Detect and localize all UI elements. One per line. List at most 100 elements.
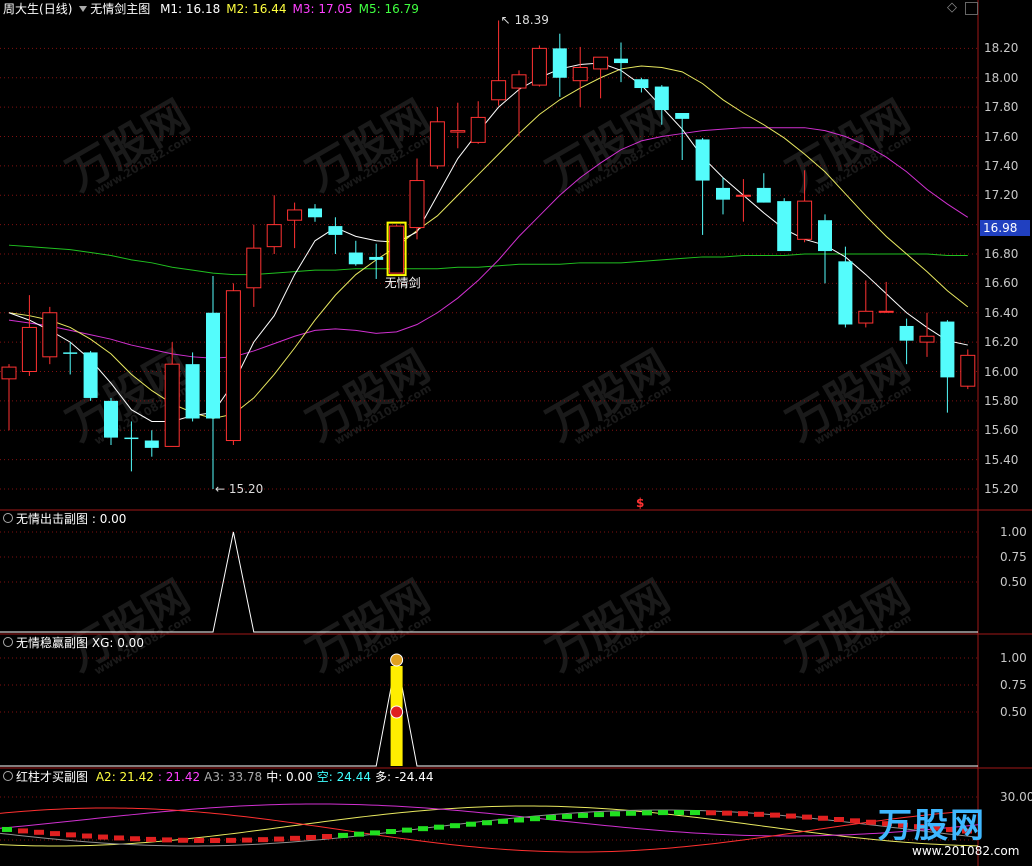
sub3-momentum-bar <box>290 835 300 841</box>
candle-body <box>818 220 832 252</box>
price-tick-label: 16.60 <box>984 276 1019 291</box>
ma-legend-item: M3: 17.05 <box>292 2 353 16</box>
candle-body <box>83 352 98 398</box>
sub3-momentum-bar <box>626 810 636 816</box>
settings-dot-icon[interactable] <box>3 771 13 781</box>
sub3-momentum-bar <box>834 817 844 823</box>
sub3-momentum-bar <box>674 810 684 816</box>
candle-body <box>328 226 343 235</box>
sub-tick-label: 0.75 <box>1000 550 1027 564</box>
high-price-label: ↖ 18.39 <box>500 13 549 28</box>
sub3-momentum-bar <box>578 812 588 818</box>
sub3-title[interactable]: 红柱才买副图 <box>16 770 88 784</box>
price-tick-label: 17.20 <box>984 188 1019 203</box>
candle-body <box>104 400 118 438</box>
candle-body <box>572 66 588 82</box>
logo-url: www.201082.com <box>912 844 1020 858</box>
price-tick-label: 15.40 <box>984 452 1019 467</box>
price-tick-label: 16.80 <box>984 247 1019 261</box>
settings-dot-icon[interactable] <box>3 637 13 647</box>
current-price-tag: 16.98 <box>980 219 1030 236</box>
price-tick-label: 16.40 <box>984 305 1019 320</box>
stock-name[interactable]: 周大生 <box>3 2 39 16</box>
candle-body <box>225 290 241 442</box>
candle-body <box>511 74 527 89</box>
sub3-momentum-bar <box>50 831 60 837</box>
sub1-title[interactable]: 无情出击副图 <box>16 512 88 526</box>
dropdown-icon[interactable] <box>79 6 88 12</box>
sub3-momentum-bar <box>738 811 748 817</box>
sub3-momentum-bar <box>818 815 828 821</box>
candle-body <box>206 312 220 419</box>
candle-body <box>470 116 486 143</box>
candle-body <box>593 56 609 70</box>
sub2-value-label: XG: <box>91 636 118 650</box>
candle-body <box>614 58 628 64</box>
sub2-title[interactable]: 无情稳赢副图 <box>16 636 88 650</box>
settings-dot-icon[interactable] <box>3 513 13 523</box>
candle-body <box>124 437 139 440</box>
price-tick-label: 18.20 <box>984 41 1019 56</box>
sub3-momentum-bar <box>482 820 492 826</box>
sub-tick-label: 0.75 <box>1000 678 1027 692</box>
sub3-momentum-bar <box>418 826 428 832</box>
low-price-label: ← 15.20 <box>215 482 264 496</box>
candle-body <box>246 247 262 289</box>
price-tick-label: 15.20 <box>984 482 1019 496</box>
price-tick-label: 18.00 <box>984 70 1019 85</box>
sub3-momentum-bar <box>594 812 604 818</box>
sub3-momentum-bar <box>194 837 204 843</box>
candle-body <box>777 201 792 252</box>
price-tick-label: 17.80 <box>984 100 1019 115</box>
stock-chart-window[interactable]: 万股网 www.201082.com 万股网 www.201082.com 万股网 www… <box>0 0 1032 866</box>
candle-body <box>348 252 363 265</box>
sub3-momentum-bar <box>322 833 332 839</box>
sub3-momentum-bar <box>498 818 508 824</box>
sub3-momentum-bar <box>690 810 700 816</box>
sub3-momentum-bar <box>642 810 652 816</box>
sub3-momentum-bar <box>722 810 732 816</box>
sub3-legend-item: 中: 0.00 <box>266 770 313 784</box>
candle-body <box>389 225 405 274</box>
candle-body <box>919 335 935 343</box>
sub2-value: 0.00 <box>117 636 144 650</box>
ma-legend-item: M2: 16.44 <box>226 2 287 16</box>
price-tick-label: 17.60 <box>984 129 1019 144</box>
sub1-line <box>0 531 978 633</box>
indicator-name[interactable]: 无情剑主图 <box>90 2 150 16</box>
sub3-momentum-bar <box>802 814 812 820</box>
candle-body <box>858 310 874 324</box>
sub3-momentum-bar <box>98 834 108 840</box>
logo-text: 万股网 <box>878 806 986 846</box>
ma-legend-item: M5: 16.79 <box>358 2 419 16</box>
sub-tick-label: 1.00 <box>1000 525 1027 539</box>
maximize-icon[interactable] <box>965 2 978 15</box>
sub3-momentum-bar <box>402 827 412 833</box>
candle-body <box>756 187 771 203</box>
diamond-icon[interactable]: ◇ <box>947 1 960 15</box>
sub1-header: 无情出击副图 : 0.00 <box>3 512 126 526</box>
sub3-momentum-bar <box>274 836 284 842</box>
sub3-momentum-bar <box>178 837 188 843</box>
candle-body <box>450 130 466 133</box>
chart-canvas[interactable] <box>0 0 1032 866</box>
main-header: 周大生(日线) 无情剑主图 M1: 16.18 M2: 16.44 M3: 17.0… <box>3 2 419 16</box>
candle-body <box>899 325 914 341</box>
candle-body <box>491 80 507 101</box>
candle-body <box>21 326 37 372</box>
candle-body <box>42 312 58 358</box>
sub3-momentum-bar <box>850 818 860 824</box>
candle-body <box>695 139 710 181</box>
candle-body <box>675 113 690 119</box>
sub3-momentum-bar <box>562 813 572 819</box>
brand-logo: 万股网 www.201082.com <box>868 806 1019 864</box>
sub3-momentum-bar <box>546 814 556 820</box>
sub3-momentum-bar <box>530 816 540 822</box>
candle-body <box>185 364 200 419</box>
candle-body <box>429 121 445 167</box>
sub3-header: 红柱才买副图 A2: 21.42: 21.42 A3: 33.78 中: 0.00 空… <box>3 770 434 784</box>
sub3-momentum-bar <box>258 837 268 843</box>
sub3-momentum-bar <box>466 821 476 827</box>
period-label[interactable]: (日线) <box>39 2 72 16</box>
sub3-legend-item: 空: 24.44 <box>316 770 371 784</box>
